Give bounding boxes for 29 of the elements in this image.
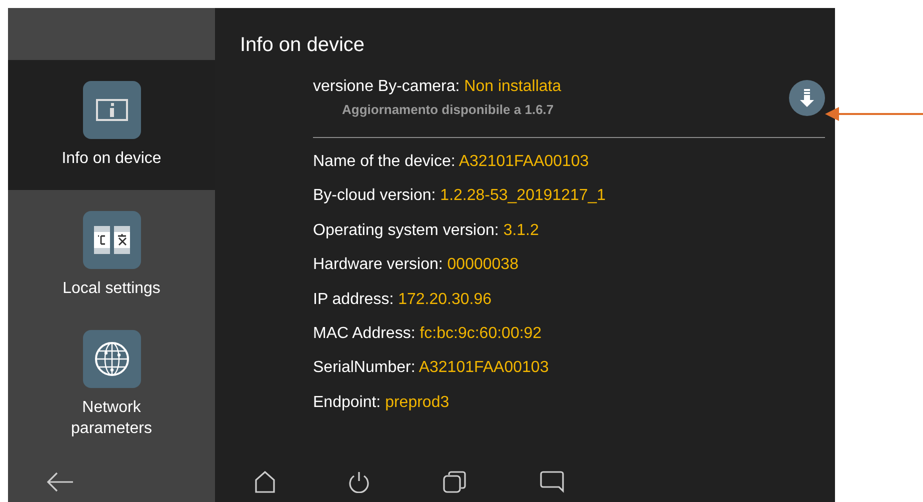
sidebar-item[interactable]: Local settings bbox=[8, 190, 215, 320]
recent-apps-button[interactable] bbox=[443, 471, 467, 493]
info-line: By-cloud version: 1.2.28-53_20191217_1 bbox=[313, 187, 607, 206]
globe-icon bbox=[94, 341, 130, 378]
sidebar-item[interactable]: Network parameters bbox=[8, 320, 215, 450]
chat-button[interactable] bbox=[540, 471, 564, 493]
home-icon bbox=[255, 471, 275, 493]
power-icon bbox=[348, 471, 370, 493]
home-button[interactable] bbox=[255, 471, 275, 493]
info-icon bbox=[96, 98, 128, 122]
sidebar-item[interactable]: Info on device bbox=[8, 60, 215, 190]
download-button[interactable] bbox=[789, 80, 825, 116]
page-title: Info on device bbox=[239, 33, 366, 58]
recent-apps-icon bbox=[443, 471, 467, 493]
temperature-language-icon bbox=[92, 226, 130, 254]
chat-icon bbox=[540, 471, 564, 493]
info-line: SerialNumber: A32101FAA00103 bbox=[313, 359, 550, 378]
info-line: versione By-camera: Non installata bbox=[313, 78, 562, 96]
info-line: IP address: 172.20.30.96 bbox=[313, 290, 493, 309]
download-icon bbox=[800, 89, 814, 107]
info-line: MAC Address: fc:bc:9c:60:00:92 bbox=[313, 324, 543, 343]
power-button[interactable] bbox=[348, 471, 370, 493]
back-arrow-icon bbox=[46, 471, 74, 493]
info-line: Hardware version: 00000038 bbox=[313, 256, 520, 274]
update-note: Aggiornamento disponibile a 1.6.7 bbox=[341, 102, 555, 117]
info-line: Name of the device: A32101FAA00103 bbox=[313, 153, 590, 171]
info-line: Endpoint: preprod3 bbox=[313, 394, 450, 412]
back-button[interactable] bbox=[46, 471, 74, 493]
info-line: Operating system version: 3.1.2 bbox=[313, 222, 540, 240]
